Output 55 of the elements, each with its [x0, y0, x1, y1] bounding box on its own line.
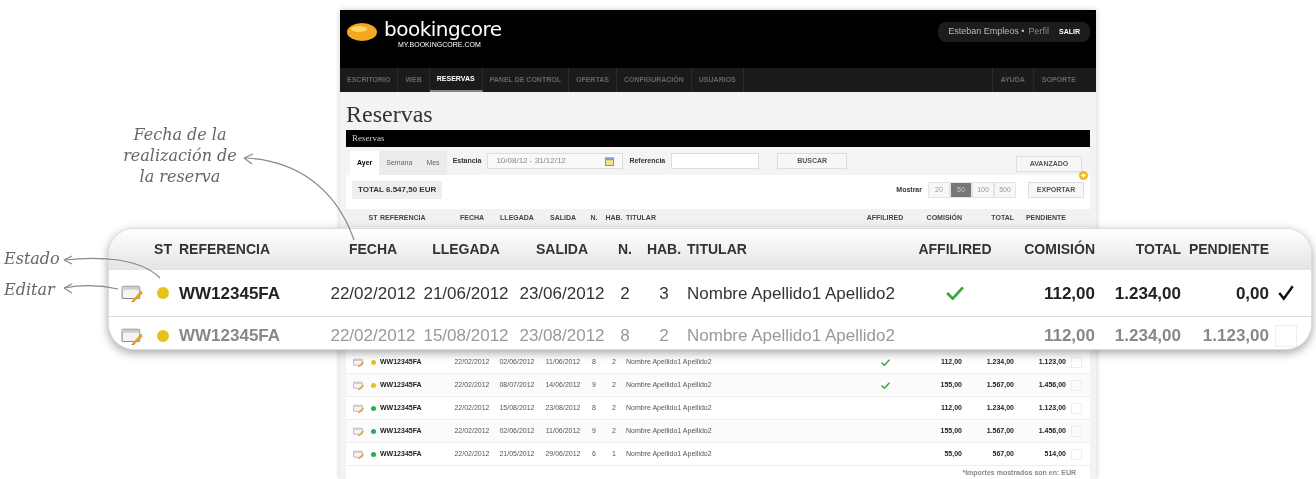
departure-cell-text: 23/08/2012 [519, 325, 605, 348]
pending-cell-text: 0,00 [1235, 282, 1269, 305]
profile-link[interactable]: Perfil [1028, 25, 1049, 39]
edit-icon [352, 403, 364, 413]
annotation-label: Fecha de la realización de la reserva [122, 124, 238, 187]
column-header: TOTAL [1135, 240, 1181, 260]
column-header: REFERENCIA [179, 240, 271, 260]
date-cell-text: 22/02/2012 [330, 325, 416, 348]
column-header: SALIDA [535, 240, 589, 260]
departure-cell-text: 23/06/2012 [519, 282, 605, 305]
rooms-cell-text: 3 [659, 282, 669, 305]
holder-cell-text: Nombre Apellido1 Apellido2 [687, 325, 896, 348]
holder-cell-text: Nombre Apellido1 Apellido2 [687, 282, 896, 305]
panel-title: Reservas [346, 130, 1090, 147]
logo-text: bookingcore [384, 18, 502, 40]
pending-checkbox[interactable] [1070, 356, 1082, 368]
total-cell-text: 1.234,00 [1114, 282, 1181, 305]
column-header: ST [154, 240, 172, 260]
reference-cell-text: WW12345FA [179, 282, 282, 305]
edit-icon [121, 327, 143, 346]
column-header: LLEGADA [432, 240, 500, 260]
column-header: TITULAR [687, 240, 748, 260]
edit-icon [352, 357, 364, 367]
column-header: PENDIENTE [1188, 240, 1269, 260]
column-header: AFFILIRED [918, 240, 992, 260]
reference-field[interactable] [671, 153, 760, 169]
edit-icon [121, 284, 143, 303]
pending-cell-text: 1.123,00 [1202, 325, 1269, 348]
rooms-cell-text: 2 [659, 325, 669, 348]
total-cell-text: 1.234,00 [1114, 325, 1181, 348]
edit-icon [352, 449, 364, 459]
annotation-label: Estado [4, 248, 60, 270]
logo-icon [346, 21, 378, 43]
commission-cell-text: 112,00 [1043, 282, 1095, 305]
column-header: HAB. [646, 240, 682, 260]
total-amount: TOTAL 6.547,50 EUR [352, 181, 443, 199]
pending-checkbox[interactable] [1275, 325, 1297, 348]
reference-cell-text: WW12345FA [179, 325, 282, 348]
user-name: Esteban Empleos • [948, 25, 1025, 38]
commission-cell-text: 112,00 [1043, 325, 1095, 348]
column-header: COMISIÓN [1024, 239, 1095, 260]
calendar-icon [605, 156, 615, 166]
column-header: N. [618, 240, 632, 260]
edit-icon [352, 426, 364, 436]
arrival-cell-text: 21/06/2012 [423, 282, 509, 305]
arrival-cell-text: 15/08/2012 [423, 325, 509, 348]
checkmark-icon [1277, 285, 1295, 302]
guests-cell-text: 2 [620, 282, 630, 305]
column-header: FECHA [348, 240, 398, 260]
date-cell-text: 22/02/2012 [330, 282, 416, 305]
edit-icon [352, 380, 364, 390]
annotation-label: Editar [4, 279, 55, 301]
guests-cell-text: 8 [620, 325, 630, 348]
date-range-field[interactable]: 10/08/12 - 31/12/12 [487, 153, 624, 169]
page-title: Reservas [345, 100, 434, 129]
